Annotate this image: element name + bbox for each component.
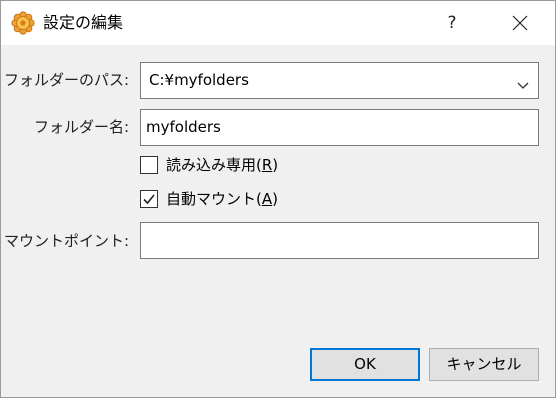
folder-path-combobox[interactable]: C:¥myfolders <box>140 62 539 99</box>
ok-button[interactable]: OK <box>310 348 420 381</box>
mount-point-label: マウントポイント: <box>3 232 129 250</box>
mount-point-field[interactable] <box>140 222 539 259</box>
auto-mount-checkbox-box[interactable] <box>140 190 158 208</box>
close-button[interactable] <box>497 1 543 45</box>
read-only-label: 読み込み専用(R) <box>166 156 279 174</box>
edit-settings-dialog: 設定の編集 ? フォルダーのパス: C:¥myfolders フォルダー名: m… <box>0 0 556 398</box>
folder-name-label: フォルダー名: <box>33 118 129 136</box>
checkmark-icon <box>143 194 155 205</box>
close-icon <box>512 15 528 31</box>
folder-name-value: myfolders <box>146 118 221 136</box>
folder-name-field[interactable]: myfolders <box>140 109 539 146</box>
auto-mount-label: 自動マウント(A) <box>166 190 278 208</box>
read-only-checkbox-box[interactable] <box>140 156 158 174</box>
folder-path-value: C:¥myfolders <box>149 71 249 89</box>
title-bar[interactable]: 設定の編集 ? <box>1 1 555 45</box>
gear-flower-icon <box>11 11 35 35</box>
chevron-down-icon[interactable] <box>517 76 529 94</box>
help-button[interactable]: ? <box>429 1 475 45</box>
window-title: 設定の編集 <box>43 13 124 32</box>
folder-path-label: フォルダーのパス: <box>3 71 129 89</box>
cancel-button[interactable]: キャンセル <box>429 348 539 381</box>
